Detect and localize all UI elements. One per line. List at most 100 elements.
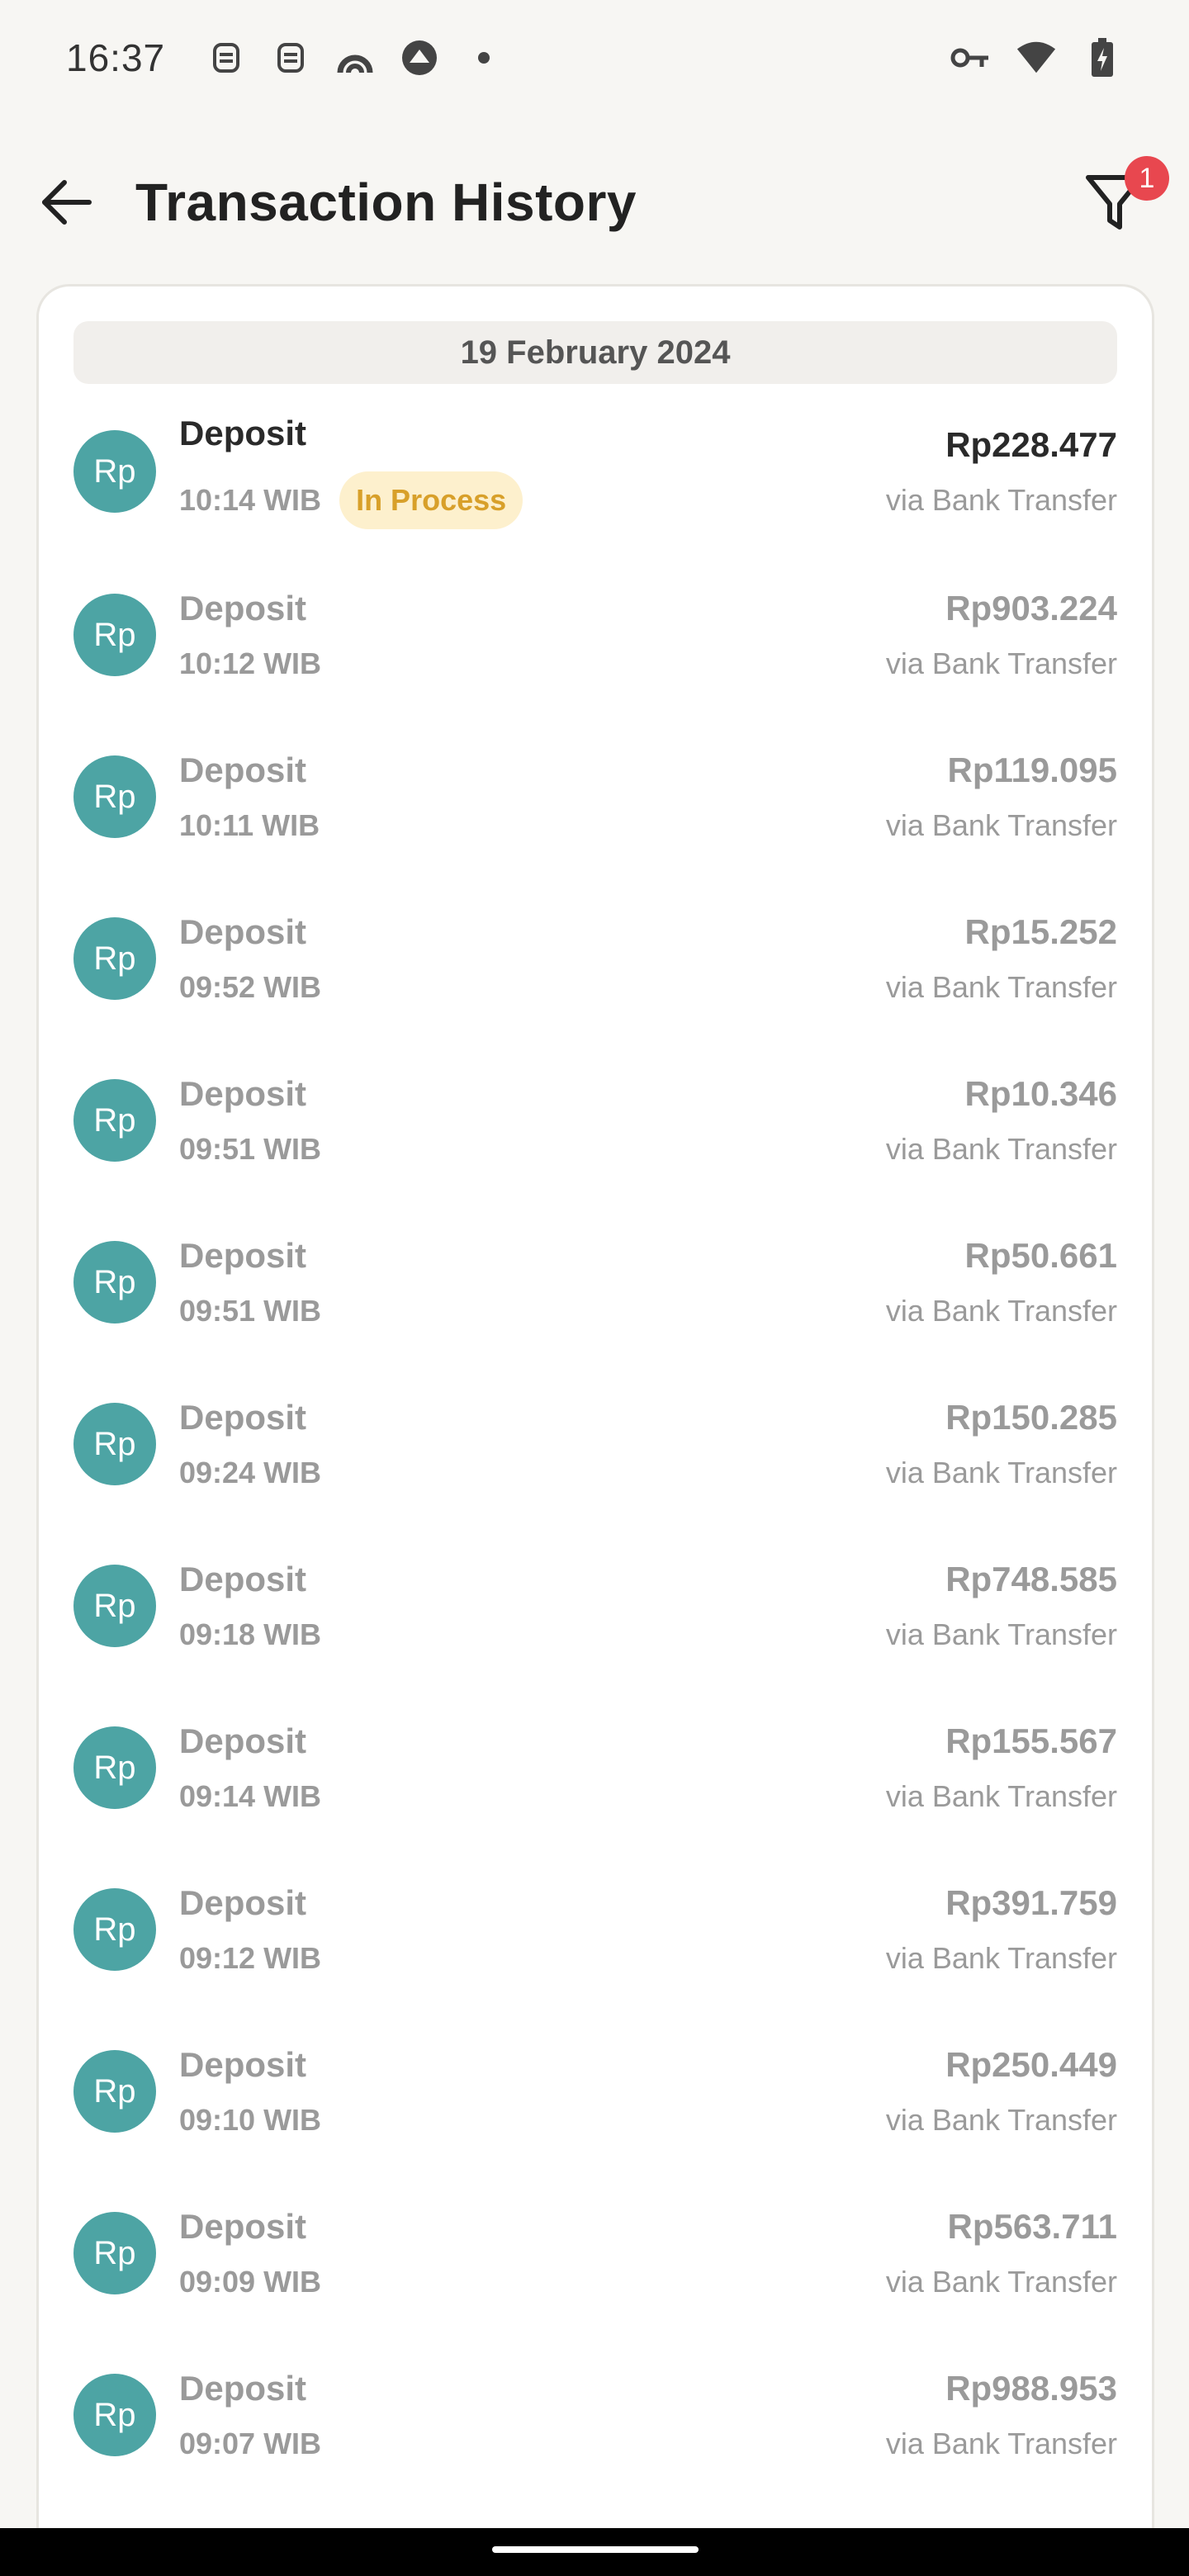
currency-avatar: Rp	[73, 1403, 156, 1485]
transaction-info: Deposit 09:14 WIB	[179, 1721, 886, 1814]
app-icon	[335, 38, 375, 78]
transaction-type: Deposit	[179, 414, 307, 452]
transaction-amount-block: Rp50.661 via Bank Transfer	[886, 1236, 1117, 1328]
transaction-amount-block: Rp150.285 via Bank Transfer	[886, 1398, 1117, 1490]
transaction-amount-block: Rp119.095 via Bank Transfer	[886, 751, 1117, 843]
transaction-amount: Rp155.567	[945, 1721, 1117, 1760]
transaction-method: via Bank Transfer	[885, 483, 1117, 517]
currency-avatar: Rp	[73, 755, 156, 838]
transaction-method: via Bank Transfer	[885, 808, 1117, 842]
transaction-meta: 09:10 WIB	[179, 2103, 886, 2138]
app-icon	[400, 38, 439, 78]
transaction-type: Deposit	[179, 1074, 307, 1113]
currency-avatar: Rp	[73, 430, 156, 513]
notification-icon	[206, 38, 246, 78]
transaction-row[interactable]: Rp Deposit 10:12 WIB Rp903.224 via Bank …	[39, 554, 1152, 716]
transaction-amount: Rp988.953	[945, 2369, 1117, 2408]
transaction-type: Deposit	[179, 589, 307, 627]
transaction-type: Deposit	[179, 1883, 307, 1922]
transaction-type: Deposit	[179, 1721, 307, 1760]
transaction-time: 09:10 WIB	[179, 2103, 322, 2137]
transaction-row[interactable]: Rp Deposit 09:12 WIB Rp391.759 via Bank …	[39, 1849, 1152, 2010]
app-bar: Transaction History 1	[0, 140, 1189, 264]
transaction-method: via Bank Transfer	[885, 1617, 1117, 1651]
transaction-row[interactable]: Rp Deposit 09:10 WIB Rp250.449 via Bank …	[39, 2010, 1152, 2172]
transaction-method: via Bank Transfer	[885, 970, 1117, 1004]
transaction-type: Deposit	[179, 2369, 307, 2408]
back-button[interactable]	[33, 169, 99, 235]
transaction-amount: Rp391.759	[945, 1883, 1117, 1922]
transaction-row[interactable]: Rp Deposit 09:51 WIB Rp10.346 via Bank T…	[39, 1039, 1152, 1201]
transaction-amount: Rp563.711	[947, 2207, 1118, 2246]
transaction-row[interactable]: Rp Deposit 09:14 WIB Rp155.567 via Bank …	[39, 1687, 1152, 1849]
transaction-method: via Bank Transfer	[885, 1941, 1117, 1975]
transaction-time: 09:51 WIB	[179, 1294, 322, 1328]
transaction-amount-block: Rp988.953 via Bank Transfer	[886, 2369, 1117, 2461]
transaction-card: 19 February 2024 Rp Deposit 10:14 WIB In…	[36, 284, 1154, 2576]
transaction-type: Deposit	[179, 2045, 307, 2084]
transaction-meta: 09:18 WIB	[179, 1617, 886, 1652]
currency-avatar: Rp	[73, 594, 156, 676]
transaction-meta: 09:52 WIB	[179, 970, 886, 1005]
transaction-meta: 10:12 WIB	[179, 646, 886, 681]
transaction-amount: Rp15.252	[964, 912, 1117, 951]
currency-avatar: Rp	[73, 1726, 156, 1809]
transaction-type: Deposit	[179, 1398, 307, 1437]
transaction-row[interactable]: Rp Deposit 09:51 WIB Rp50.661 via Bank T…	[39, 1201, 1152, 1363]
status-icons-left	[206, 38, 504, 78]
transaction-time: 09:12 WIB	[179, 1941, 322, 1975]
transaction-info: Deposit 10:11 WIB	[179, 751, 886, 843]
transaction-amount-block: Rp903.224 via Bank Transfer	[886, 589, 1117, 681]
transaction-row[interactable]: Rp Deposit 09:24 WIB Rp150.285 via Bank …	[39, 1363, 1152, 1525]
transaction-meta: 10:11 WIB	[179, 808, 886, 843]
transaction-method: via Bank Transfer	[885, 1779, 1117, 1813]
transaction-meta: 09:24 WIB	[179, 1456, 886, 1490]
transaction-amount-block: Rp228.477 via Bank Transfer	[886, 425, 1117, 518]
dot-icon	[464, 38, 504, 78]
date-header: 19 February 2024	[73, 321, 1117, 384]
transaction-amount-block: Rp15.252 via Bank Transfer	[886, 912, 1117, 1005]
transaction-row[interactable]: Rp Deposit 09:52 WIB Rp15.252 via Bank T…	[39, 878, 1152, 1039]
status-badge: In Process	[339, 471, 523, 529]
transaction-row[interactable]: Rp Deposit 09:09 WIB Rp563.711 via Bank …	[39, 2172, 1152, 2334]
key-icon	[950, 37, 991, 78]
transaction-time: 09:18 WIB	[179, 1617, 322, 1651]
currency-avatar: Rp	[73, 2050, 156, 2133]
transaction-amount: Rp119.095	[947, 751, 1118, 789]
transaction-method: via Bank Transfer	[885, 1132, 1117, 1166]
currency-avatar: Rp	[73, 1079, 156, 1162]
transaction-amount: Rp150.285	[945, 1398, 1117, 1437]
transaction-info: Deposit 09:51 WIB	[179, 1236, 886, 1328]
home-gesture-handle[interactable]	[492, 2546, 699, 2553]
transaction-info: Deposit 09:07 WIB	[179, 2369, 886, 2461]
currency-avatar: Rp	[73, 2212, 156, 2294]
transaction-amount-block: Rp155.567 via Bank Transfer	[886, 1721, 1117, 1814]
transaction-method: via Bank Transfer	[885, 1456, 1117, 1489]
status-icons-right	[950, 37, 1123, 78]
transaction-info: Deposit 09:10 WIB	[179, 2045, 886, 2138]
transaction-info: Deposit 09:18 WIB	[179, 1560, 886, 1652]
transaction-time: 10:14 WIB	[179, 483, 322, 517]
transaction-amount-block: Rp250.449 via Bank Transfer	[886, 2045, 1117, 2138]
transaction-amount: Rp903.224	[945, 589, 1117, 627]
transaction-type: Deposit	[179, 1560, 307, 1598]
currency-avatar: Rp	[73, 1565, 156, 1647]
transaction-row[interactable]: Rp Deposit 10:11 WIB Rp119.095 via Bank …	[39, 716, 1152, 878]
transaction-row[interactable]: Rp Deposit 09:07 WIB Rp988.953 via Bank …	[39, 2334, 1152, 2496]
currency-avatar: Rp	[73, 1888, 156, 1971]
transaction-meta: 09:51 WIB	[179, 1132, 886, 1167]
transaction-amount: Rp250.449	[945, 2045, 1117, 2084]
transaction-amount-block: Rp748.585 via Bank Transfer	[886, 1560, 1117, 1652]
transaction-row[interactable]: Rp Deposit 09:18 WIB Rp748.585 via Bank …	[39, 1525, 1152, 1687]
currency-avatar: Rp	[73, 917, 156, 1000]
page-title: Transaction History	[135, 173, 637, 232]
transaction-method: via Bank Transfer	[885, 2265, 1117, 2299]
filter-button[interactable]: 1	[1073, 156, 1169, 244]
status-bar: 16:37	[0, 0, 1189, 116]
transaction-info: Deposit 09:51 WIB	[179, 1074, 886, 1167]
transaction-method: via Bank Transfer	[885, 2427, 1117, 2460]
transaction-row[interactable]: Rp Deposit 10:14 WIB In Process Rp228.47…	[39, 389, 1152, 554]
transaction-type: Deposit	[179, 912, 307, 951]
transaction-amount: Rp50.661	[964, 1236, 1117, 1275]
transaction-amount: Rp10.346	[964, 1074, 1117, 1113]
